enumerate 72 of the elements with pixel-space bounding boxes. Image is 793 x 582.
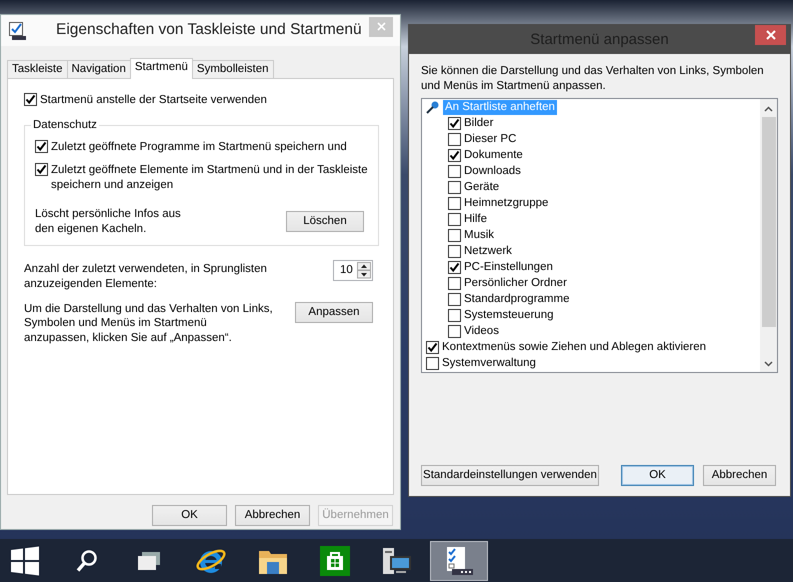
search-icon xyxy=(76,548,98,572)
scroll-up-icon[interactable] xyxy=(764,106,773,112)
checkbox-label: Systemverwaltung xyxy=(442,356,536,372)
description-text: Löscht persönliche Infos aus den eigenen Kacheln. xyxy=(35,206,182,237)
setting-label: Anzahl der zuletzt verwendeten, in Sprunglisten anzuzeigenden Elemente: xyxy=(24,262,268,292)
checkbox[interactable] xyxy=(448,117,461,130)
checkbox-label: Persönlicher Ordner xyxy=(464,276,567,292)
checkbox[interactable] xyxy=(426,341,439,354)
checkbox[interactable] xyxy=(448,277,461,290)
shopping-bag-icon xyxy=(320,546,350,576)
ok-button[interactable]: OK xyxy=(152,505,227,526)
close-icon xyxy=(376,22,386,31)
scrollbar[interactable] xyxy=(760,98,777,372)
checkbox[interactable] xyxy=(426,357,439,370)
checkbox[interactable] xyxy=(448,133,461,146)
checklist-icon xyxy=(444,546,474,576)
checkbox[interactable] xyxy=(448,245,461,258)
windows-icon xyxy=(137,550,161,570)
checkbox[interactable] xyxy=(448,149,461,162)
checkbox[interactable] xyxy=(448,325,461,338)
checkbox-label: Standardprogramme xyxy=(464,292,570,308)
checkbox-label: Systemsteuerung xyxy=(464,308,554,324)
close-button[interactable] xyxy=(755,25,786,45)
reset-button[interactable]: Standardeinstellungen verwenden xyxy=(421,465,599,486)
checkbox[interactable] xyxy=(448,293,461,306)
app-icon xyxy=(9,22,26,40)
description-text: Sie können die Darstellung und das Verhalten von Links, Symbolen und Menüs im Startmenü anpassen. xyxy=(421,64,765,94)
checkbox[interactable] xyxy=(448,213,461,226)
checkbox-label: Zuletzt geöffnete Programme im Startmenü speichern und xyxy=(51,140,347,155)
tab[interactable]: Taskleiste xyxy=(7,60,68,78)
scrollbar-thumb[interactable] xyxy=(762,116,776,327)
checkbox-label: Netzwerk xyxy=(464,244,512,260)
checkbox[interactable] xyxy=(448,261,461,274)
start-icon xyxy=(10,546,40,576)
cancel-button[interactable]: Abbrechen xyxy=(235,505,310,526)
checkbox-label: Zuletzt geöffnete Elemente im Startmenü und in der Taskleiste speichern und anzeigen xyxy=(51,162,368,193)
spinner-value: 10 xyxy=(340,262,353,278)
checkbox[interactable] xyxy=(35,162,48,176)
checkbox-label: Kontextmenüs sowie Ziehen und Ablegen aktivieren xyxy=(442,340,706,356)
checkbox[interactable] xyxy=(448,309,461,322)
number-spinner[interactable]: 10 xyxy=(333,260,373,281)
taskbar-button[interactable] xyxy=(430,540,488,580)
window-title: Eigenschaften von Taskleiste und Startmenü xyxy=(56,20,362,40)
spin-arrows-icon[interactable] xyxy=(356,262,371,279)
checkbox-label: Dieser PC xyxy=(464,132,516,148)
tab[interactable]: Startmenü xyxy=(130,58,193,79)
checkbox-label: PC-Einstellungen xyxy=(464,260,553,276)
checkbox[interactable] xyxy=(448,197,461,210)
checkbox[interactable] xyxy=(448,165,461,178)
tab[interactable]: Symbolleisten xyxy=(192,60,274,78)
checkbox-label: Downloads xyxy=(464,164,521,180)
checkbox[interactable] xyxy=(24,93,37,106)
clear-button[interactable]: Löschen xyxy=(286,211,364,232)
checkbox-label: Videos xyxy=(464,324,499,340)
customize-button[interactable]: Anpassen xyxy=(295,302,373,322)
ok-button[interactable]: OK xyxy=(621,465,694,486)
checkbox-label: Heimnetzgruppe xyxy=(464,196,548,212)
close-icon xyxy=(766,30,776,40)
scroll-down-icon[interactable] xyxy=(764,360,773,367)
checkbox-label: Hilfe xyxy=(464,212,488,228)
cancel-button[interactable]: Abbrechen xyxy=(703,465,776,486)
checkbox-label: Dokumente xyxy=(464,148,523,164)
pin-icon xyxy=(426,101,440,114)
checkbox-label: Bilder xyxy=(464,116,494,132)
checkbox[interactable] xyxy=(35,140,48,153)
checkbox[interactable] xyxy=(448,181,461,194)
checkbox[interactable] xyxy=(448,229,461,242)
checkbox-label: Geräte xyxy=(464,180,500,196)
computer-icon xyxy=(382,546,412,576)
checkbox-label: Musik xyxy=(464,228,494,244)
description-text: Um die Darstellung und das Verhalten von Links, Symbolen und Menüs im Startmenü anzupassen, klicken Sie auf „Anpassen“. xyxy=(24,302,274,346)
checkbox-label: Startmenü anstelle der Startseite verwenden xyxy=(40,93,267,108)
